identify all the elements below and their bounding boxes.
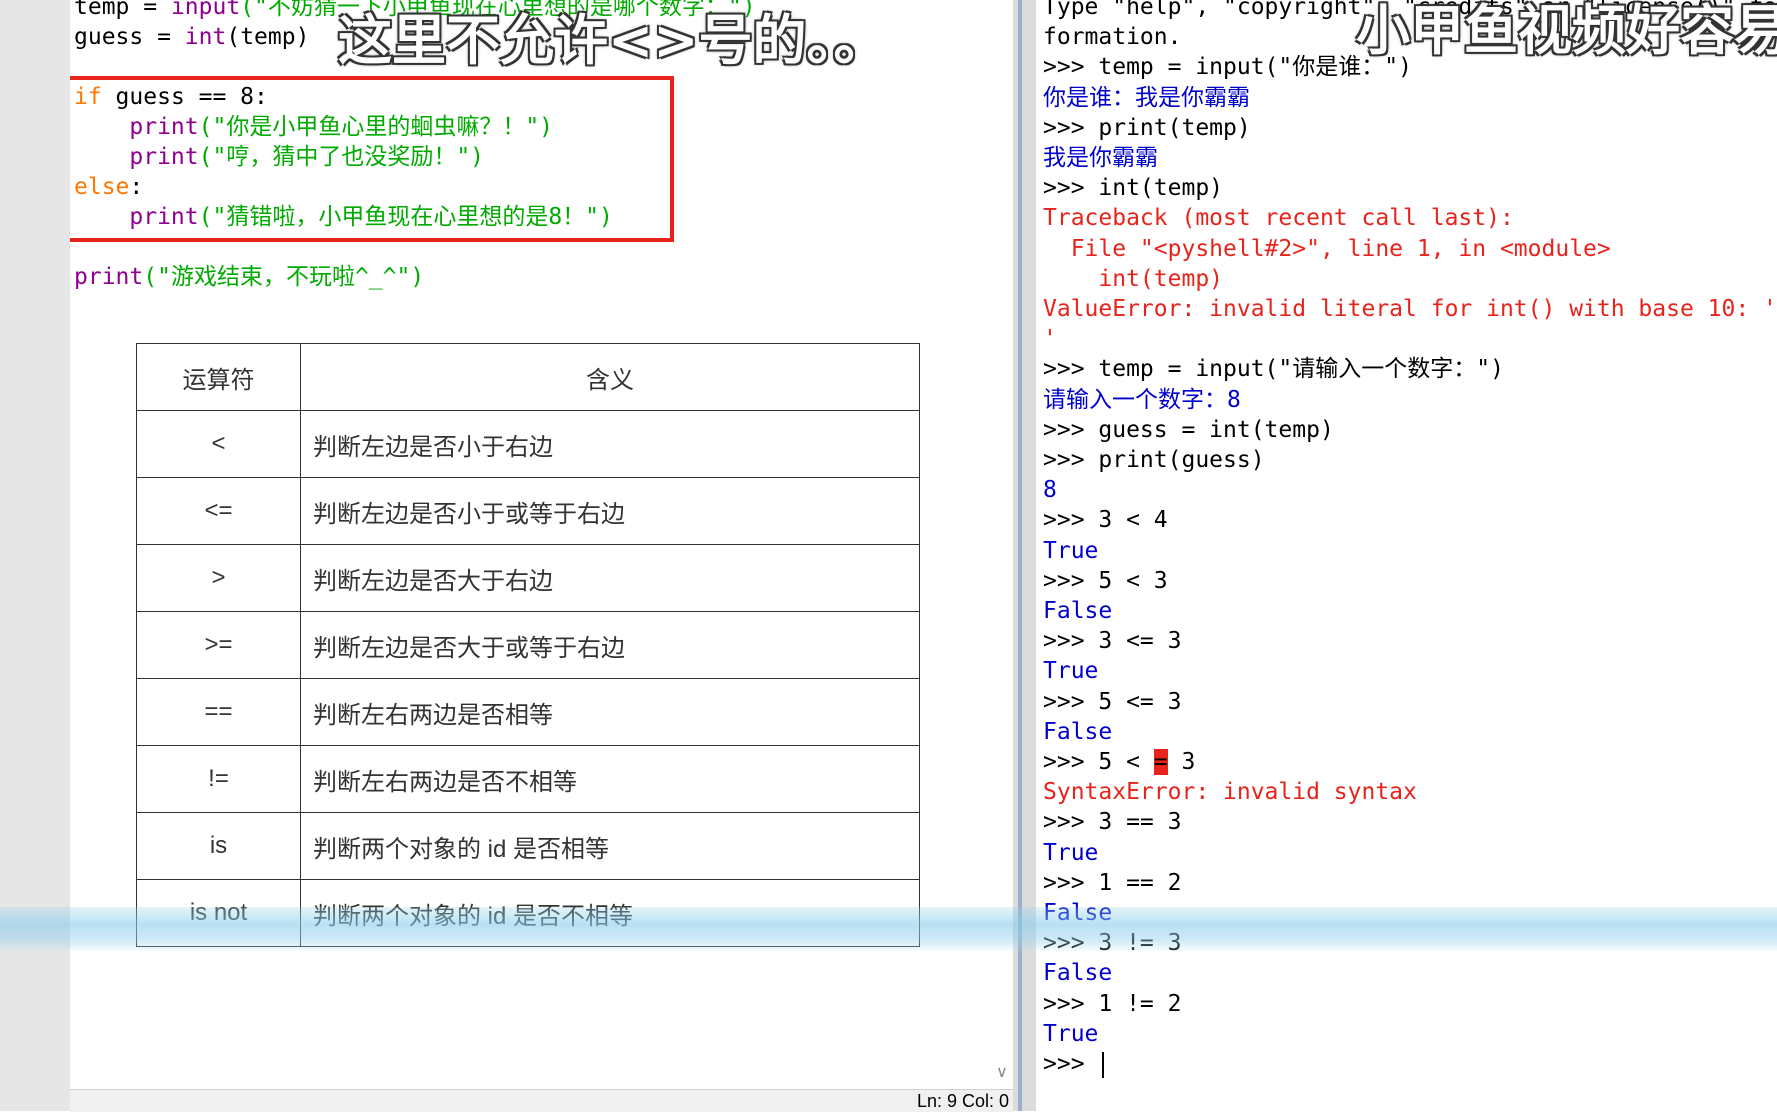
shell-line[interactable]: int(temp) [1043, 264, 1223, 294]
operator-cell: >= [136, 611, 301, 679]
table-row: is 判断两个对象的 id 是否相等 [136, 812, 920, 880]
table-header-row: 运算符 含义 [136, 343, 920, 411]
meaning-cell: 判断左边是否小于右边 [300, 410, 920, 478]
operator-cell: == [136, 678, 301, 746]
operator-cell: != [136, 745, 301, 813]
shell-line[interactable]: False [1043, 958, 1112, 988]
operator-cell: is [136, 812, 301, 880]
shell-line[interactable]: True [1043, 838, 1098, 868]
meaning-cell: 判断左边是否小于或等于右边 [300, 477, 920, 545]
shell-line[interactable]: File "<pyshell#2>", line 1, in <module> [1043, 234, 1611, 264]
meaning-cell: 判断左右两边是否相等 [300, 678, 920, 746]
shell-line[interactable]: Traceback (most recent call last): [1043, 203, 1514, 233]
operator-cell: is not [136, 879, 301, 947]
table-row: > 判断左边是否大于右边 [136, 544, 920, 612]
shell-line[interactable]: ' [1043, 324, 1057, 354]
left-margin [0, 0, 70, 1111]
meaning-cell: 判断两个对象的 id 是否不相等 [300, 879, 920, 947]
meaning-cell: 判断两个对象的 id 是否相等 [300, 812, 920, 880]
window-divider[interactable] [1013, 0, 1036, 1111]
table-row: != 判断左右两边是否不相等 [136, 745, 920, 813]
code-line-2[interactable]: guess = int(temp) [74, 22, 309, 52]
cursor-position: Ln: 9 Col: 0 [916, 1091, 1009, 1111]
shell-line[interactable]: >>> guess = int(temp) [1043, 415, 1334, 445]
shell-line[interactable]: False [1043, 717, 1112, 747]
shell-line[interactable]: True [1043, 536, 1098, 566]
shell-line[interactable]: False [1043, 596, 1112, 626]
table-row: <= 判断左边是否小于或等于右边 [136, 477, 920, 545]
shell-line[interactable]: >>> 1 == 2 [1043, 868, 1181, 898]
code-line-print3[interactable]: print("猜错啦，小甲鱼现在心里想的是8！") [74, 202, 613, 232]
operator-cell: < [136, 410, 301, 478]
meaning-cell: 判断左边是否大于右边 [300, 544, 920, 612]
shell-line[interactable]: >>> 5 < = 3 [1043, 747, 1195, 777]
shell-line[interactable]: True [1043, 1019, 1098, 1049]
shell-line[interactable]: 我是你霸霸 [1043, 143, 1158, 173]
operator-table: 运算符 含义 < 判断左边是否小于右边 <= 判断左边是否小于或等于右边 > 判… [136, 343, 920, 947]
table-row: is not 判断两个对象的 id 是否不相等 [136, 879, 920, 947]
shell-line[interactable]: >>> [1043, 1049, 1105, 1079]
meaning-cell: 判断左右两边是否不相等 [300, 745, 920, 813]
error-marker: = [1153, 749, 1168, 775]
shell-line[interactable]: 你是谁：我是你霸霸 [1043, 83, 1250, 113]
editor-window[interactable]: temp = input("不妨猜一下小甲鱼现在心里想的是哪个数字：") gue… [70, 0, 1014, 1089]
shell-line[interactable]: >>> 1 != 2 [1043, 989, 1181, 1019]
table-header-operator: 运算符 [136, 343, 301, 411]
table-header-meaning: 含义 [300, 343, 920, 411]
python-shell-window[interactable]: Type "help", "copyright", "credits" or "… [1036, 0, 1777, 1111]
operator-cell: > [136, 544, 301, 612]
shell-line[interactable]: >>> 3 != 3 [1043, 928, 1181, 958]
subtitle-left: 这里不允许<>号的。。 [338, 9, 888, 72]
text-caret [1102, 1051, 1105, 1078]
shell-line[interactable]: >>> 3 < 4 [1043, 505, 1168, 535]
shell-line[interactable]: True [1043, 656, 1098, 686]
shell-line[interactable]: ValueError: invalid literal for int() wi… [1043, 294, 1777, 324]
table-row: < 判断左边是否小于右边 [136, 410, 920, 478]
shell-line[interactable]: >>> 3 == 3 [1043, 807, 1181, 837]
scroll-down-arrow-icon[interactable]: ∨ [996, 1062, 1008, 1082]
shell-line[interactable]: >>> int(temp) [1043, 173, 1223, 203]
shell-line[interactable]: formation. [1043, 22, 1181, 52]
shell-line[interactable]: SyntaxError: invalid syntax [1043, 777, 1417, 807]
status-bar: Ln: 9 Col: 0 [70, 1089, 1013, 1112]
shell-line[interactable]: 8 [1043, 475, 1057, 505]
code-line-else[interactable]: else: [74, 172, 143, 202]
divider-grip[interactable] [1018, 0, 1022, 1111]
code-line-print4[interactable]: print("游戏结束，不玩啦^_^") [74, 262, 424, 292]
shell-line[interactable]: >>> temp = input("请输入一个数字：") [1043, 354, 1504, 384]
shell-line[interactable]: >>> print(guess) [1043, 445, 1265, 475]
shell-line[interactable]: >>> 5 < 3 [1043, 566, 1168, 596]
code-line-print2[interactable]: print("哼，猜中了也没奖励！") [74, 142, 484, 172]
code-line-print1[interactable]: print("你是小甲鱼心里的蛔虫嘛？！") [74, 112, 553, 142]
code-line-if[interactable]: if guess == 8: [74, 82, 268, 112]
table-row: >= 判断左边是否大于或等于右边 [136, 611, 920, 679]
shell-line[interactable]: >>> 5 <= 3 [1043, 687, 1181, 717]
meaning-cell: 判断左边是否大于或等于右边 [300, 611, 920, 679]
operator-cell: <= [136, 477, 301, 545]
table-row: == 判断左右两边是否相等 [136, 678, 920, 746]
subtitle-right: 小甲鱼视频好容易 [1356, 0, 1777, 62]
shell-line[interactable]: >>> print(temp) [1043, 113, 1251, 143]
shell-line[interactable]: 请输入一个数字：8 [1043, 385, 1241, 415]
shell-line[interactable]: >>> 3 <= 3 [1043, 626, 1181, 656]
shell-line[interactable]: False [1043, 898, 1112, 928]
